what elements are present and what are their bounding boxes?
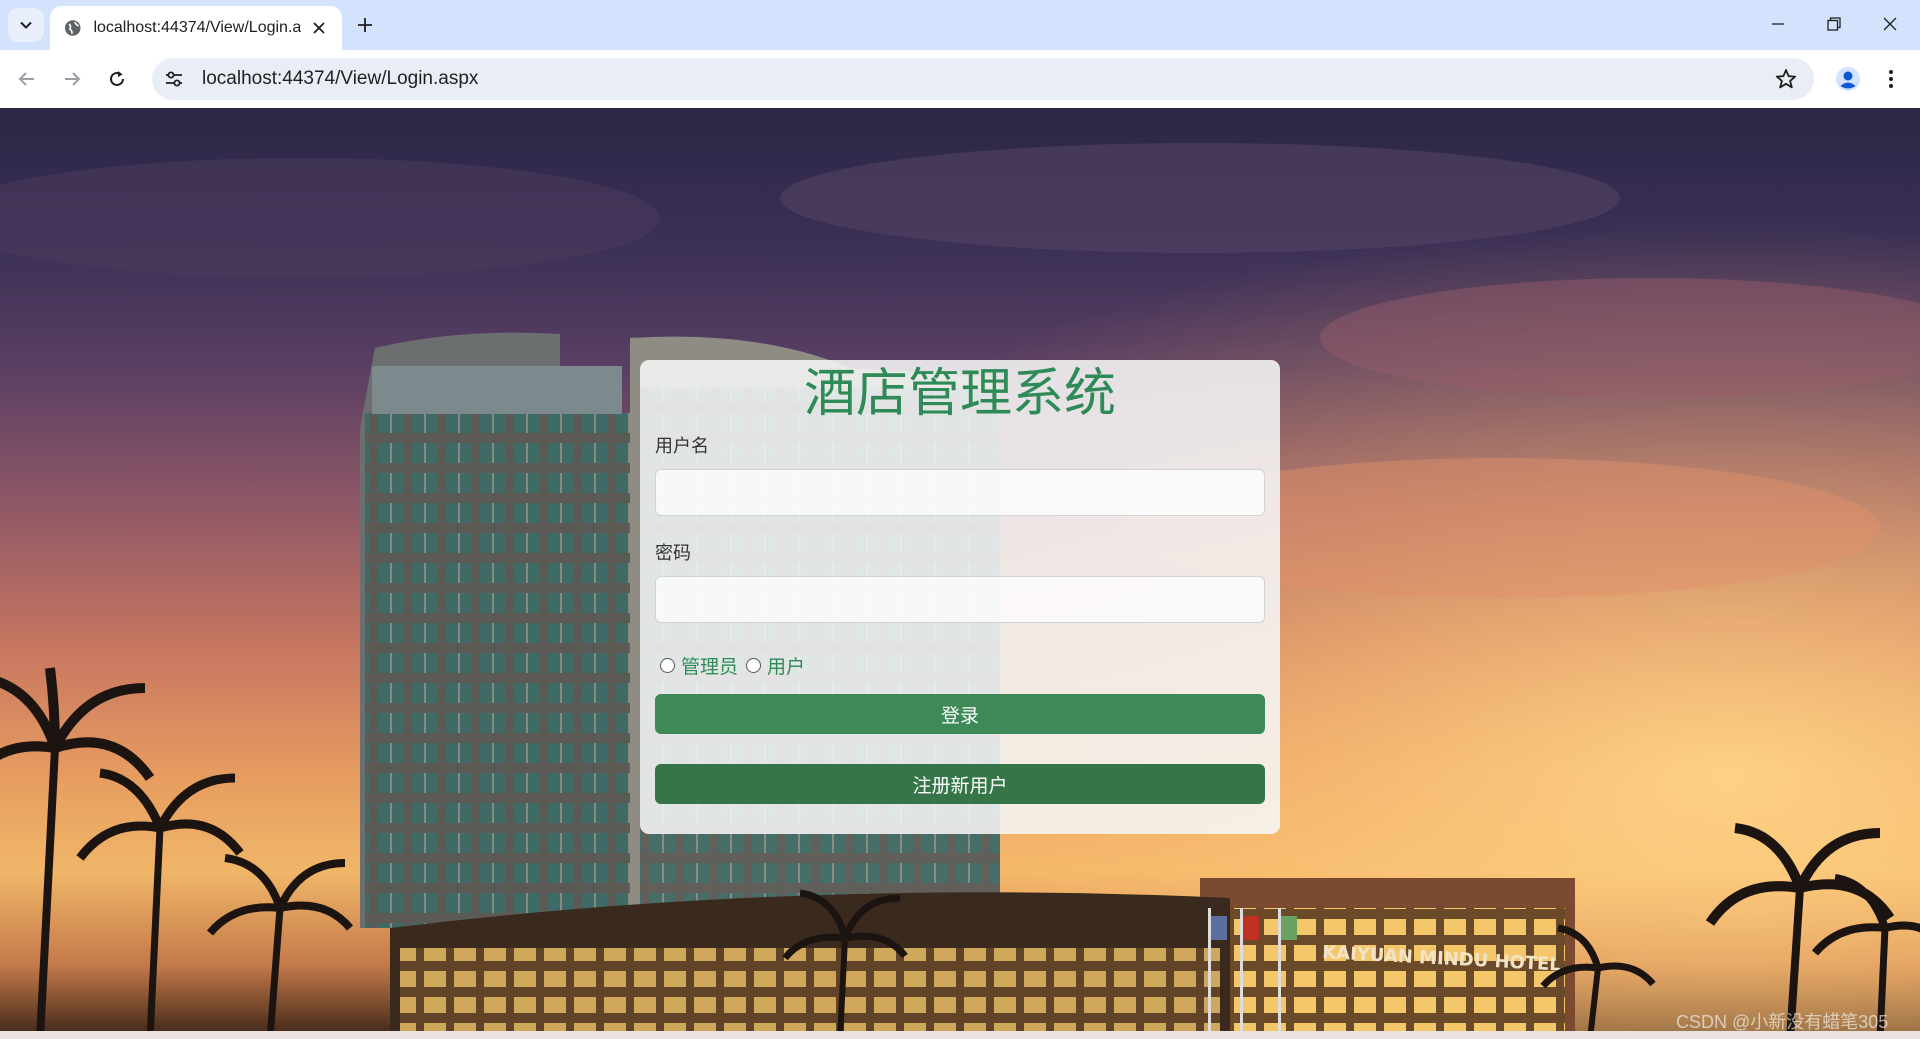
role-admin-label[interactable]: 管理员 — [681, 652, 738, 679]
reload-button[interactable] — [99, 61, 135, 97]
restore-icon — [1827, 17, 1841, 31]
password-input[interactable] — [655, 576, 1265, 623]
close-icon — [1883, 17, 1897, 31]
page-title: 酒店管理系统 — [803, 364, 1116, 424]
arrow-right-icon — [65, 72, 81, 86]
back-button[interactable] — [9, 61, 45, 97]
forward-button[interactable] — [54, 61, 90, 97]
tune-icon — [166, 71, 182, 87]
taskbar-strip — [0, 1031, 1920, 1039]
browser-toolbar: localhost:44374/View/Login.aspx — [0, 50, 1920, 108]
role-radio-group: 管理员 用户 — [660, 652, 813, 679]
star-icon — [1775, 69, 1797, 89]
minimize-icon — [1772, 23, 1784, 25]
browser-tab-bar: localhost:44374/View/Login.aspx — [0, 0, 1920, 50]
bookmark-button[interactable] — [1768, 61, 1804, 97]
close-icon — [313, 22, 325, 34]
username-input[interactable] — [655, 469, 1265, 516]
page-viewport: KAIYUAN MINDU HOTEL 酒店管理系统 用户名 密码 管理员 用户… — [0, 108, 1920, 1039]
role-admin-radio[interactable] — [660, 658, 675, 673]
chevron-down-icon — [20, 21, 32, 29]
restore-button[interactable] — [1806, 0, 1862, 48]
new-tab-button[interactable] — [350, 10, 380, 40]
close-window-button[interactable] — [1862, 0, 1918, 48]
tab-close-button[interactable] — [309, 17, 330, 39]
address-bar[interactable]: localhost:44374/View/Login.aspx — [152, 58, 1814, 100]
site-info-button[interactable] — [156, 61, 192, 97]
tab-title: localhost:44374/View/Login.aspx — [93, 19, 301, 36]
browser-menu-button[interactable] — [1876, 61, 1906, 97]
role-user-label[interactable]: 用户 — [767, 652, 805, 679]
password-label: 密码 — [655, 543, 691, 564]
register-button[interactable]: 注册新用户 — [655, 764, 1265, 804]
tab-search-button[interactable] — [8, 8, 44, 42]
globe-icon — [64, 20, 81, 36]
plus-icon — [358, 18, 372, 32]
arrow-left-icon — [18, 72, 34, 86]
avatar-icon — [1836, 67, 1860, 91]
minimize-button[interactable] — [1750, 0, 1806, 48]
login-button[interactable]: 登录 — [655, 694, 1265, 734]
more-vertical-icon — [1889, 70, 1893, 88]
url-text[interactable]: localhost:44374/View/Login.aspx — [202, 68, 478, 90]
reload-icon — [110, 71, 124, 86]
login-panel: 酒店管理系统 用户名 密码 管理员 用户 登录 注册新用户 — [640, 360, 1280, 834]
profile-button[interactable] — [1830, 61, 1866, 97]
username-label: 用户名 — [655, 436, 709, 457]
role-user-radio[interactable] — [746, 658, 762, 673]
active-tab[interactable]: localhost:44374/View/Login.aspx — [50, 6, 342, 50]
